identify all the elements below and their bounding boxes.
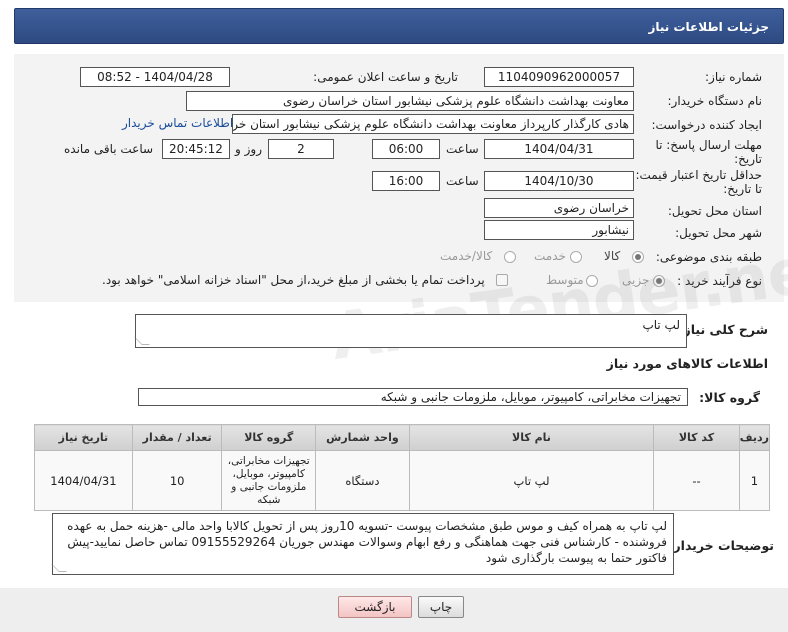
process-option-minor: جزیی — [622, 273, 650, 287]
col-code: کد کالا — [653, 424, 740, 451]
general-desc-label: شرح کلی نیاز: — [678, 322, 768, 337]
reply-days-label: روز و — [235, 142, 262, 156]
reply-time-label: ساعت — [446, 142, 479, 156]
goods-table: ردیف کد کالا نام کالا واحد شمارش گروه کا… — [34, 424, 771, 511]
col-date: تاریخ نیاز — [34, 424, 133, 451]
col-qty: تعداد / مقدار — [131, 424, 223, 451]
cell-qty: 10 — [131, 450, 223, 511]
category-option-service: خدمت — [534, 249, 566, 263]
treasury-payment-checkbox[interactable] — [496, 274, 508, 286]
general-desc-value: لپ تاپ — [642, 318, 680, 332]
page-title: جزئیات اطلاعات نیاز — [648, 20, 769, 34]
category-option-both: کالا/خدمت — [440, 249, 493, 263]
announce-field[interactable]: 1404/04/28 - 08:52 — [80, 67, 230, 87]
cell-name: لپ تاپ — [408, 450, 655, 511]
requester-field[interactable]: هادی کارگذار کارپرداز معاونت بهداشت دانش… — [232, 114, 634, 134]
buyer-org-field[interactable]: معاونت بهداشت دانشگاه علوم پزشکی نیشابور… — [186, 91, 634, 111]
price-validity-label-2: تا تاریخ: — [723, 182, 762, 196]
category-option-goods: کالا — [604, 249, 621, 263]
goods-info-title: اطلاعات کالاهای مورد نیاز — [606, 356, 768, 371]
cell-row: 1 — [738, 450, 771, 511]
col-name: نام کالا — [408, 424, 655, 451]
cell-code: -- — [653, 450, 740, 511]
buyer-notes-label: توضیحات خریدار: — [668, 538, 774, 553]
buyer-notes-value: لپ تاپ به همراه کیف و موس طبق مشخصات پیو… — [67, 519, 667, 565]
table-row[interactable]: 1 -- لپ تاپ دستگاه تجهیزات مخابراتی، کام… — [34, 450, 771, 511]
cell-date: 1404/04/31 — [34, 450, 133, 511]
remaining-time-label: ساعت باقی مانده — [64, 142, 154, 156]
goods-group-label: گروه کالا: — [699, 390, 760, 405]
reply-time-field[interactable]: 06:00 — [372, 139, 440, 159]
cell-group: تجهیزات مخابراتی، کامپیوتر، موبایل، ملزو… — [221, 450, 317, 511]
process-option-medium: متوسط — [546, 273, 584, 287]
need-number-label: شماره نیاز: — [705, 70, 762, 84]
price-validity-time-field[interactable]: 16:00 — [372, 171, 440, 191]
process-type-label: نوع فرآیند خرید : — [677, 274, 762, 288]
reply-date-field[interactable]: 1404/04/31 — [484, 139, 634, 159]
col-unit: واحد شمارش — [315, 424, 410, 451]
print-button[interactable]: چاپ — [418, 596, 464, 618]
need-number-field[interactable]: 1104090962000057 — [484, 67, 634, 87]
delivery-province-field[interactable]: خراسان رضوی — [484, 198, 634, 218]
buyer-contact-link[interactable]: اطلاعات تماس خریدار — [122, 116, 233, 130]
reply-days-field[interactable]: 2 — [268, 139, 334, 159]
category-radio-both[interactable] — [504, 251, 516, 263]
delivery-city-label: شهر محل تحویل: — [675, 226, 762, 240]
general-desc-field[interactable]: لپ تاپ — [134, 314, 687, 348]
remaining-time-field[interactable]: 20:45:12 — [162, 139, 230, 159]
reply-deadline-label-2: تاریخ: — [734, 152, 762, 166]
delivery-province-label: استان محل تحویل: — [667, 204, 762, 218]
treasury-payment-note: پرداخت تمام یا بخشی از مبلغ خرید،از محل … — [102, 273, 485, 287]
delivery-city-field[interactable]: نیشابور — [484, 220, 634, 240]
category-radio-goods[interactable] — [632, 251, 644, 263]
page-header: جزئیات اطلاعات نیاز — [14, 8, 784, 44]
price-validity-label: حداقل تاریخ اعتبار قیمت: — [635, 168, 762, 182]
reply-deadline-label: مهلت ارسال پاسخ: تا — [655, 138, 762, 152]
resize-handle-icon[interactable] — [51, 564, 67, 572]
announce-label: تاریخ و ساعت اعلان عمومی: — [313, 70, 458, 84]
price-validity-time-label: ساعت — [446, 174, 479, 188]
category-radio-service[interactable] — [570, 251, 582, 263]
buyer-notes-field[interactable]: لپ تاپ به همراه کیف و موس طبق مشخصات پیو… — [51, 513, 674, 575]
cell-unit: دستگاه — [315, 450, 410, 511]
goods-group-field[interactable]: تجهیزات مخابراتی، کامپیوتر، موبایل، ملزو… — [138, 388, 688, 406]
col-row: ردیف — [738, 424, 771, 451]
resize-handle-icon[interactable] — [134, 337, 150, 345]
process-radio-minor[interactable] — [653, 275, 665, 287]
back-button[interactable]: بازگشت — [338, 596, 412, 618]
category-label: طبقه بندی موضوعی: — [655, 250, 762, 264]
process-radio-medium[interactable] — [586, 275, 598, 287]
goods-table-header: ردیف کد کالا نام کالا واحد شمارش گروه کا… — [34, 424, 771, 451]
col-group: گروه کالا — [221, 424, 317, 451]
price-validity-date-field[interactable]: 1404/10/30 — [484, 171, 634, 191]
requester-label: ایجاد کننده درخواست: — [651, 118, 762, 132]
buyer-org-label: نام دستگاه خریدار: — [667, 94, 763, 108]
